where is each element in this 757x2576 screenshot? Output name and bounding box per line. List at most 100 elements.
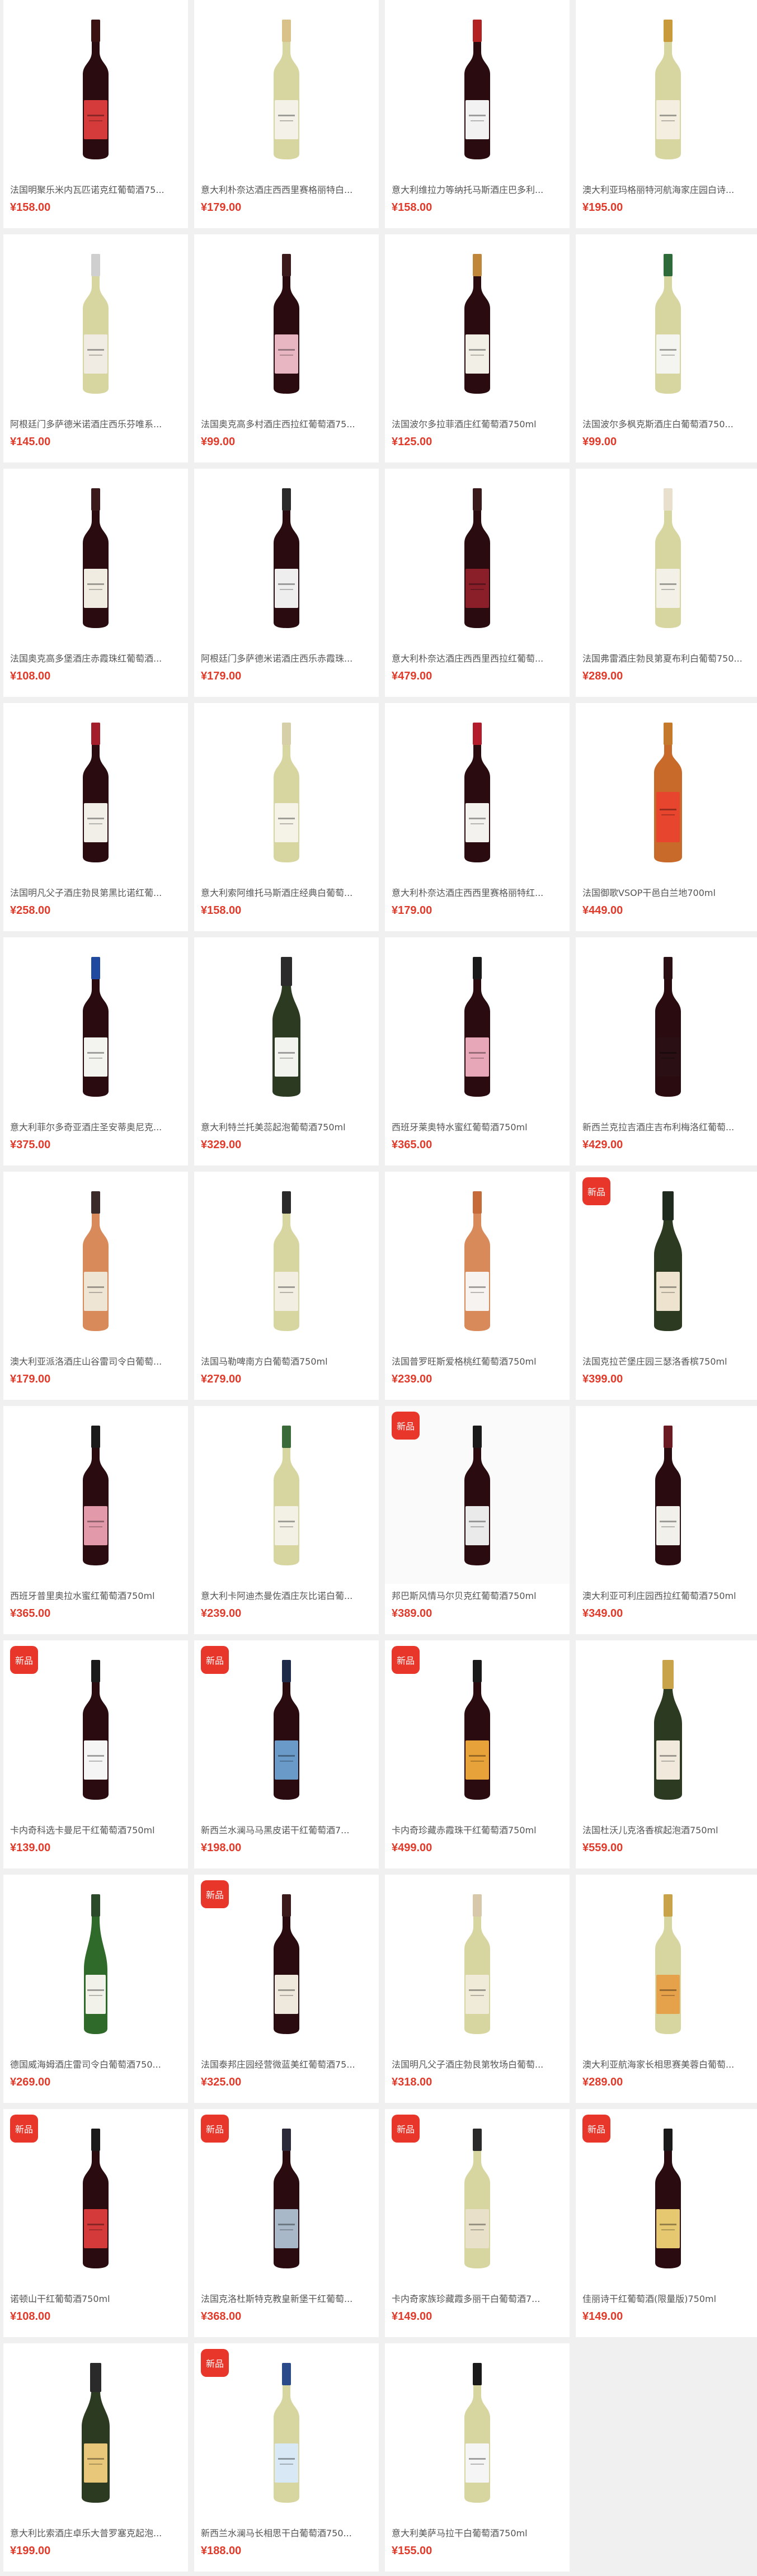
product-title[interactable]: 澳大利亚航海家长相思赛美蓉白葡萄... bbox=[582, 2057, 754, 2070]
product-title[interactable]: 法国明凡父子酒庄勃艮第黑比诺红葡... bbox=[10, 885, 181, 899]
product-card[interactable]: 阿根廷门多萨德米诺酒庄西乐赤霞珠... ¥179.00 bbox=[194, 469, 379, 697]
product-card[interactable]: 西班牙莱奥特水蜜红葡萄酒750ml ¥365.00 bbox=[385, 937, 570, 1166]
product-title[interactable]: 澳大利亚玛格丽特河航海家庄园白诗... bbox=[582, 182, 754, 196]
product-title[interactable]: 意大利卡阿迪杰曼佐酒庄灰比诺白葡... bbox=[201, 1588, 372, 1602]
product-card[interactable]: 意大利特兰托美蕊起泡葡萄酒750ml ¥329.00 bbox=[194, 937, 379, 1166]
product-image[interactable] bbox=[3, 1875, 188, 2053]
product-image[interactable] bbox=[194, 0, 379, 178]
product-title[interactable]: 法国克洛杜斯特克教皇新堡干红葡萄... bbox=[201, 2291, 372, 2305]
product-title[interactable]: 意大利朴奈达酒庄西西里赛格丽特红... bbox=[392, 885, 563, 899]
product-card[interactable]: 新品 法国泰邦庄园经营微蓝美红葡萄酒75... ¥325.00 bbox=[194, 1875, 379, 2103]
product-image[interactable] bbox=[576, 1640, 757, 1818]
product-image[interactable] bbox=[576, 0, 757, 178]
product-image[interactable] bbox=[576, 1875, 757, 2053]
product-title[interactable]: 意大利维拉力等纳托马斯酒庄巴多利... bbox=[392, 182, 563, 196]
product-card[interactable]: 法国波尔多拉菲酒庄红葡萄酒750ml ¥125.00 bbox=[385, 234, 570, 463]
product-image[interactable] bbox=[194, 1406, 379, 1584]
product-card[interactable]: 法国波尔多枫克斯酒庄白葡萄酒750... ¥99.00 bbox=[576, 234, 757, 463]
product-title[interactable]: 意大利美萨马拉干白葡萄酒750ml bbox=[392, 2526, 563, 2539]
product-card[interactable]: 意大利索阿维托马斯酒庄经典白葡萄... ¥158.00 bbox=[194, 703, 379, 931]
product-card[interactable]: 意大利朴奈达酒庄西西里西拉红葡萄... ¥479.00 bbox=[385, 469, 570, 697]
product-card[interactable]: 法国杜沃儿克洛香槟起泡酒750ml ¥559.00 bbox=[576, 1640, 757, 1869]
product-card[interactable]: 西班牙普里奥拉水蜜红葡萄酒750ml ¥365.00 bbox=[3, 1406, 188, 1634]
product-title[interactable]: 西班牙普里奥拉水蜜红葡萄酒750ml bbox=[10, 1588, 181, 1602]
product-image[interactable] bbox=[3, 1172, 188, 1350]
product-image[interactable] bbox=[385, 2343, 570, 2521]
product-card[interactable]: 意大利卡阿迪杰曼佐酒庄灰比诺白葡... ¥239.00 bbox=[194, 1406, 379, 1634]
product-title[interactable]: 法国克拉芒堡庄园三瑟洛香槟750ml bbox=[582, 1354, 754, 1367]
product-title[interactable]: 意大利朴奈达酒庄西西里西拉红葡萄... bbox=[392, 651, 563, 664]
product-card[interactable]: 法国御歌VSOP干邑白兰地700ml ¥449.00 bbox=[576, 703, 757, 931]
product-title[interactable]: 意大利索阿维托马斯酒庄经典白葡萄... bbox=[201, 885, 372, 899]
product-image[interactable] bbox=[194, 703, 379, 881]
product-image[interactable] bbox=[3, 469, 188, 647]
product-title[interactable]: 法国波尔多拉菲酒庄红葡萄酒750ml bbox=[392, 417, 563, 430]
product-card[interactable]: 澳大利亚航海家长相思赛美蓉白葡萄... ¥289.00 bbox=[576, 1875, 757, 2103]
product-title[interactable]: 诺顿山干红葡萄酒750ml bbox=[10, 2291, 181, 2305]
product-image[interactable] bbox=[3, 1406, 188, 1584]
product-card[interactable]: 澳大利亚派洛酒庄山谷雷司令白葡萄... ¥179.00 bbox=[3, 1172, 188, 1400]
product-card[interactable]: 德国威海姆酒庄雷司令白葡萄酒750... ¥269.00 bbox=[3, 1875, 188, 2103]
product-image[interactable] bbox=[194, 1172, 379, 1350]
product-card[interactable]: 新品 法国克洛杜斯特克教皇新堡干红葡萄... ¥368.00 bbox=[194, 2109, 379, 2337]
product-title[interactable]: 新西兰水澜马马黑皮诺干红葡萄酒7... bbox=[201, 1823, 372, 1836]
product-title[interactable]: 意大利比索酒庄卓乐大普罗塞克起泡... bbox=[10, 2526, 181, 2539]
product-title[interactable]: 法国奥克高多堡酒庄赤霞珠红葡萄酒... bbox=[10, 651, 181, 664]
product-title[interactable]: 西班牙莱奥特水蜜红葡萄酒750ml bbox=[392, 1120, 563, 1133]
product-title[interactable]: 法国弗雷酒庄勃艮第夏布利白葡萄750... bbox=[582, 651, 754, 664]
product-card[interactable]: 阿根廷门多萨德米诺酒庄西乐芬唯系... ¥145.00 bbox=[3, 234, 188, 463]
product-card[interactable]: 新品 卡内奇科选卡曼尼干红葡萄酒750ml ¥139.00 bbox=[3, 1640, 188, 1869]
product-card[interactable]: 新品 诺顿山干红葡萄酒750ml ¥108.00 bbox=[3, 2109, 188, 2337]
product-card[interactable]: 法国明凡父子酒庄勃艮第牧场白葡萄... ¥318.00 bbox=[385, 1875, 570, 2103]
product-image[interactable] bbox=[385, 1172, 570, 1350]
product-title[interactable]: 邦巴斯风情马尔贝克红葡萄酒750ml bbox=[392, 1588, 563, 1602]
product-title[interactable]: 卡内奇科选卡曼尼干红葡萄酒750ml bbox=[10, 1823, 181, 1836]
product-image[interactable] bbox=[385, 937, 570, 1115]
product-title[interactable]: 阿根廷门多萨德米诺酒庄西乐赤霞珠... bbox=[201, 651, 372, 664]
product-title[interactable]: 意大利菲尔多奇亚酒庄圣安蒂奥尼克... bbox=[10, 1120, 181, 1133]
product-title[interactable]: 法国奥克高多村酒庄西拉红葡萄酒75... bbox=[201, 417, 372, 430]
product-title[interactable]: 德国威海姆酒庄雷司令白葡萄酒750... bbox=[10, 2057, 181, 2070]
product-title[interactable]: 法国波尔多枫克斯酒庄白葡萄酒750... bbox=[582, 417, 754, 430]
product-card[interactable]: 意大利菲尔多奇亚酒庄圣安蒂奥尼克... ¥375.00 bbox=[3, 937, 188, 1166]
product-card[interactable]: 新品 法国克拉芒堡庄园三瑟洛香槟750ml ¥399.00 bbox=[576, 1172, 757, 1400]
product-title[interactable]: 澳大利亚可利庄园西拉红葡萄酒750ml bbox=[582, 1588, 754, 1602]
product-card[interactable]: 法国弗雷酒庄勃艮第夏布利白葡萄750... ¥289.00 bbox=[576, 469, 757, 697]
product-title[interactable]: 佳丽诗干红葡萄酒(限量版)750ml bbox=[582, 2291, 754, 2305]
product-image[interactable] bbox=[576, 469, 757, 647]
product-image[interactable] bbox=[385, 703, 570, 881]
product-card[interactable]: 法国普罗旺斯爱格桃红葡萄酒750ml ¥239.00 bbox=[385, 1172, 570, 1400]
product-image[interactable] bbox=[576, 937, 757, 1115]
product-card[interactable]: 意大利美萨马拉干白葡萄酒750ml ¥155.00 bbox=[385, 2343, 570, 2572]
product-card[interactable]: 新品 新西兰水澜马长相思干白葡萄酒750... ¥188.00 bbox=[194, 2343, 379, 2572]
product-image[interactable] bbox=[385, 0, 570, 178]
product-card[interactable]: 意大利维拉力等纳托马斯酒庄巴多利... ¥158.00 bbox=[385, 0, 570, 228]
product-card[interactable]: 新品 邦巴斯风情马尔贝克红葡萄酒750ml ¥389.00 bbox=[385, 1406, 570, 1634]
product-image[interactable] bbox=[385, 469, 570, 647]
product-image[interactable] bbox=[576, 1406, 757, 1584]
product-image[interactable] bbox=[194, 234, 379, 412]
product-image[interactable] bbox=[3, 937, 188, 1115]
product-image[interactable] bbox=[3, 703, 188, 881]
product-title[interactable]: 法国御歌VSOP干邑白兰地700ml bbox=[582, 885, 754, 899]
product-card[interactable]: 新品 佳丽诗干红葡萄酒(限量版)750ml ¥149.00 bbox=[576, 2109, 757, 2337]
product-card[interactable]: 新西兰克拉吉酒庄吉布利梅洛红葡萄... ¥429.00 bbox=[576, 937, 757, 1166]
product-card[interactable]: 意大利比索酒庄卓乐大普罗塞克起泡... ¥199.00 bbox=[3, 2343, 188, 2572]
product-card[interactable]: 法国马勒啤南方白葡萄酒750ml ¥279.00 bbox=[194, 1172, 379, 1400]
product-title[interactable]: 法国明聚乐米内瓦匹诺克红葡萄酒75... bbox=[10, 182, 181, 196]
product-card[interactable]: 新品 新西兰水澜马马黑皮诺干红葡萄酒7... ¥198.00 bbox=[194, 1640, 379, 1869]
product-title[interactable]: 新西兰水澜马长相思干白葡萄酒750... bbox=[201, 2526, 372, 2539]
product-image[interactable] bbox=[576, 703, 757, 881]
product-title[interactable]: 法国明凡父子酒庄勃艮第牧场白葡萄... bbox=[392, 2057, 563, 2070]
product-card[interactable]: 新品 卡内奇家族珍藏霞多丽干白葡萄酒7... ¥149.00 bbox=[385, 2109, 570, 2337]
product-title[interactable]: 法国泰邦庄园经营微蓝美红葡萄酒75... bbox=[201, 2057, 372, 2070]
product-card[interactable]: 法国明凡父子酒庄勃艮第黑比诺红葡... ¥258.00 bbox=[3, 703, 188, 931]
product-card[interactable]: 法国奥克高多堡酒庄赤霞珠红葡萄酒... ¥108.00 bbox=[3, 469, 188, 697]
product-image[interactable] bbox=[385, 1875, 570, 2053]
product-image[interactable] bbox=[3, 2343, 188, 2521]
product-card[interactable]: 新品 卡内奇珍藏赤霞珠干红葡萄酒750ml ¥499.00 bbox=[385, 1640, 570, 1869]
product-image[interactable] bbox=[385, 234, 570, 412]
product-card[interactable]: 澳大利亚可利庄园西拉红葡萄酒750ml ¥349.00 bbox=[576, 1406, 757, 1634]
product-title[interactable]: 澳大利亚派洛酒庄山谷雷司令白葡萄... bbox=[10, 1354, 181, 1367]
product-card[interactable]: 法国明聚乐米内瓦匹诺克红葡萄酒75... ¥158.00 bbox=[3, 0, 188, 228]
